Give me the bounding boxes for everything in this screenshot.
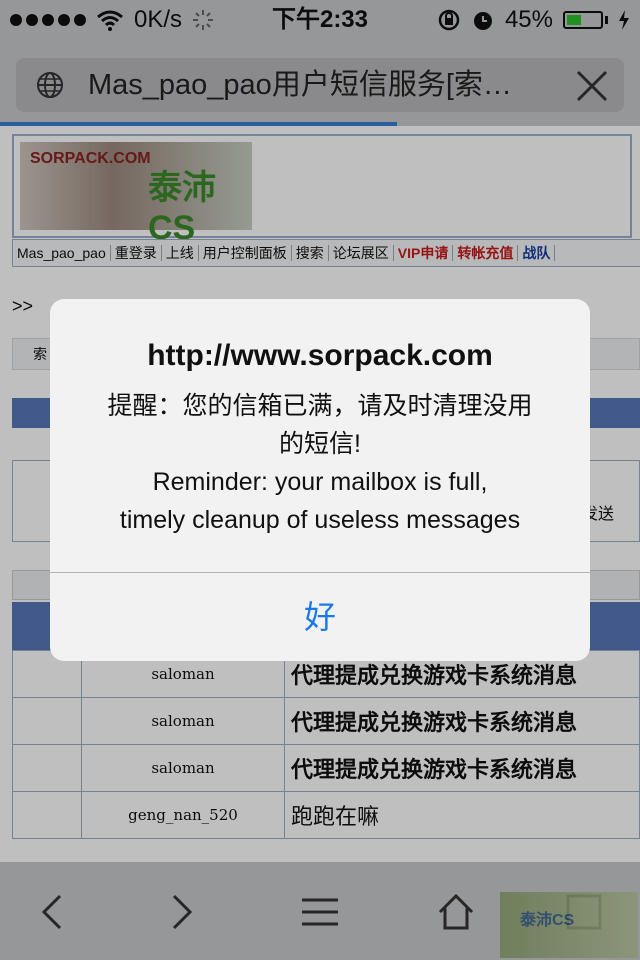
ok-button[interactable]: 好 [50,573,590,661]
alert-title: http://www.sorpack.com [147,339,493,372]
alert-line: 提醒：您的信箱已满，请及时清理没用 [107,392,533,420]
alert-dialog: http://www.sorpack.com 提醒：您的信箱已满，请及时清理没用… [50,299,590,661]
alert-line: timely cleanup of useless messages [119,506,521,534]
alert-message: 提醒：您的信箱已满，请及时清理没用 的短信! Reminder: your ma… [70,387,570,539]
alert-line: Reminder: your mailbox is full, [152,468,488,496]
alert-line: 的短信! [279,430,361,458]
